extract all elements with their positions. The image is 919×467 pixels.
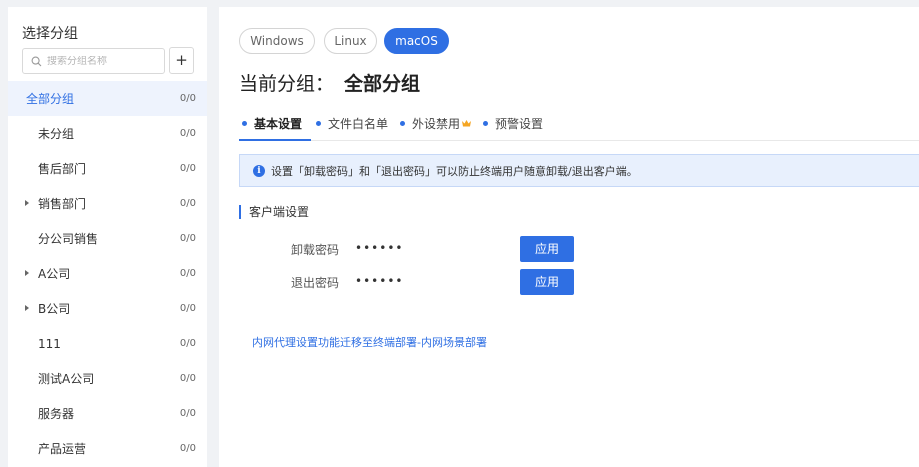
group-item-label: A公司 — [38, 267, 71, 281]
group-item-company-b[interactable]: B公司 0/0 — [8, 291, 207, 326]
exit-password-label: 退出密码 — [291, 276, 340, 290]
tab-dot-icon — [242, 121, 247, 126]
group-item-company-a[interactable]: A公司 0/0 — [8, 256, 207, 291]
uninstall-password-label: 卸载密码 — [291, 243, 340, 257]
group-item-count: 0/0 — [179, 303, 196, 314]
active-tab-underline — [239, 139, 311, 141]
tab-alert-settings[interactable]: 预警设置 — [483, 115, 543, 132]
group-item-label: 111 — [38, 336, 61, 351]
group-item-count: 0/0 — [179, 233, 196, 244]
group-item-label: B公司 — [38, 302, 71, 316]
tab-basic-settings[interactable]: 基本设置 — [242, 115, 302, 132]
sidebar-title: 选择分组 — [22, 26, 78, 42]
group-item-label: 全部分组 — [26, 92, 75, 106]
group-item-all[interactable]: 全部分组 0/0 — [8, 81, 207, 116]
group-item-product-ops[interactable]: 产品运营 0/0 — [8, 431, 207, 466]
page-title-prefix: 当前分组： — [239, 73, 335, 95]
group-item-after-sales[interactable]: 售后部门 0/0 — [8, 151, 207, 186]
group-item-servers[interactable]: 服务器 0/0 — [8, 396, 207, 431]
migrate-link[interactable]: 内网代理设置功能迁移至终端部署-内网场景部署 — [252, 334, 487, 350]
group-item-label: 产品运营 — [38, 442, 87, 456]
main-panel: Windows Linux macOS 当前分组： 全部分组 基本设置 文件白名单… — [219, 7, 919, 467]
tab-dot-icon — [483, 121, 488, 126]
tab-dot-icon — [316, 121, 321, 126]
group-sidebar: 选择分组 + 全部分组 0/0 未分组 0/0 售后部门 0/0 销售部门 0/… — [8, 7, 207, 467]
group-search-input[interactable] — [47, 55, 157, 67]
group-item-ungrouped[interactable]: 未分组 0/0 — [8, 116, 207, 151]
tab-label: 预警设置 — [495, 117, 544, 131]
info-text: 设置「卸载密码」和「退出密码」可以防止终端用户随意卸载/退出客户端。 — [271, 164, 638, 178]
page-title: 当前分组： 全部分组 — [239, 69, 420, 96]
tab-peripheral-disable[interactable]: 外设禁用 — [400, 115, 472, 132]
section-title-client-settings: 客户端设置 — [239, 205, 309, 219]
exit-password-value[interactable]: •••••• — [355, 274, 403, 288]
group-item-111[interactable]: 111 0/0 — [8, 326, 207, 361]
uninstall-password-value[interactable]: •••••• — [355, 241, 403, 255]
group-item-label: 未分组 — [38, 127, 75, 141]
tab-label: 文件白名单 — [328, 117, 389, 131]
group-item-count: 0/0 — [179, 198, 196, 209]
expand-caret-icon[interactable] — [25, 200, 29, 206]
group-item-count: 0/0 — [179, 93, 196, 104]
current-group-name: 全部分组 — [344, 73, 421, 95]
group-item-count: 0/0 — [179, 408, 196, 419]
os-tab-macos[interactable]: macOS — [384, 28, 449, 54]
group-item-label: 分公司销售 — [38, 232, 99, 246]
group-item-count: 0/0 — [179, 443, 196, 454]
tab-label: 基本设置 — [254, 117, 303, 131]
tab-file-whitelist[interactable]: 文件白名单 — [316, 115, 388, 132]
group-item-label: 测试A公司 — [38, 372, 95, 386]
group-list: 全部分组 0/0 未分组 0/0 售后部门 0/0 销售部门 0/0 分公司销售… — [8, 81, 207, 466]
group-item-sales[interactable]: 销售部门 0/0 — [8, 186, 207, 221]
settings-tab-bar: 基本设置 文件白名单 外设禁用 预警设置 — [239, 111, 919, 141]
apply-uninstall-password-button[interactable]: 应用 — [520, 236, 574, 262]
group-item-count: 0/0 — [179, 338, 196, 349]
add-group-button[interactable]: + — [169, 47, 194, 74]
group-search-box[interactable] — [22, 48, 165, 74]
group-item-count: 0/0 — [179, 128, 196, 139]
group-item-label: 销售部门 — [38, 197, 87, 211]
os-tab-windows[interactable]: Windows — [239, 28, 315, 54]
group-item-branch-sales[interactable]: 分公司销售 0/0 — [8, 221, 207, 256]
group-item-count: 0/0 — [179, 268, 196, 279]
expand-caret-icon[interactable] — [25, 305, 29, 311]
tab-label: 外设禁用 — [412, 117, 461, 131]
crown-icon — [462, 120, 472, 127]
group-item-test-company-a[interactable]: 测试A公司 0/0 — [8, 361, 207, 396]
info-icon: i — [253, 164, 265, 177]
group-item-count: 0/0 — [179, 373, 196, 384]
search-icon — [31, 56, 42, 66]
group-item-label: 服务器 — [38, 407, 75, 421]
expand-caret-icon[interactable] — [25, 270, 29, 276]
group-item-label: 售后部门 — [38, 162, 87, 176]
group-item-count: 0/0 — [179, 163, 196, 174]
tab-dot-icon — [400, 121, 405, 126]
apply-exit-password-button[interactable]: 应用 — [520, 269, 574, 295]
info-banner: i 设置「卸载密码」和「退出密码」可以防止终端用户随意卸载/退出客户端。 — [239, 154, 919, 187]
os-tab-linux[interactable]: Linux — [324, 28, 377, 54]
